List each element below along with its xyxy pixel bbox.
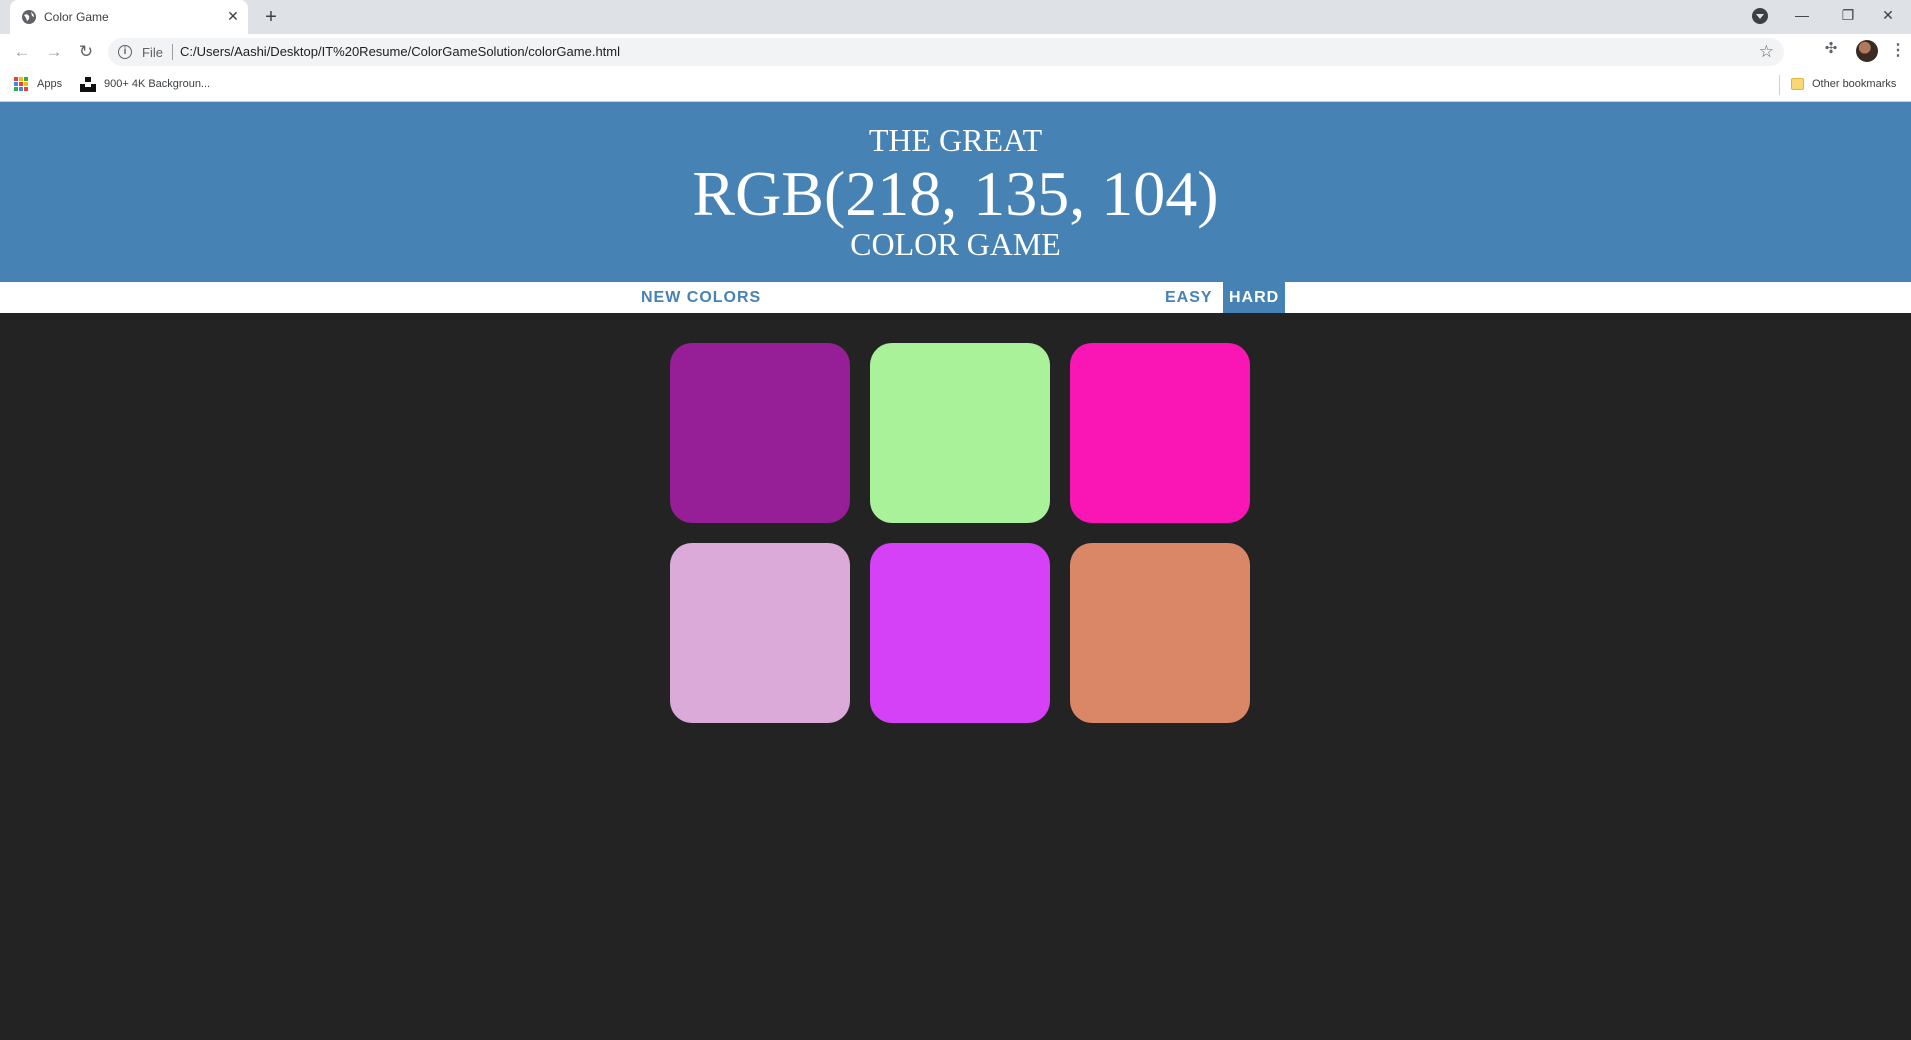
bookmark-other[interactable]: Other bookmarks	[1812, 78, 1896, 90]
bookmark-4k-backgrounds[interactable]: 900+ 4K Backgroun...	[104, 78, 210, 90]
folder-icon	[1791, 78, 1804, 90]
bookmark-apps[interactable]: Apps	[37, 78, 62, 90]
new-tab-button[interactable]: +	[260, 6, 282, 28]
url-text[interactable]: C:/Users/Aashi/Desktop/IT%20Resume/Color…	[180, 44, 620, 59]
bookmarks-divider	[1779, 75, 1780, 95]
back-button[interactable]: ←	[10, 40, 34, 64]
color-square-2[interactable]	[870, 343, 1050, 523]
close-window-button[interactable]: ✕	[1865, 0, 1911, 30]
browser-toolbar: ← → ↻ i File C:/Users/Aashi/Desktop/IT%2…	[0, 34, 1911, 69]
target-rgb-display: RGB(218, 135, 104)	[692, 158, 1219, 229]
color-square-1[interactable]	[670, 343, 850, 523]
apps-grid-icon[interactable]	[14, 77, 28, 91]
color-square-4[interactable]	[670, 543, 850, 723]
browser-tab[interactable]: Color Game ✕	[10, 0, 248, 34]
tab-title: Color Game	[44, 10, 109, 24]
new-colors-button[interactable]: NEW COLORS	[635, 282, 767, 313]
profile-avatar[interactable]	[1856, 40, 1878, 62]
forward-button[interactable]: →	[42, 40, 66, 64]
control-stripe: NEW COLORS EASY HARD	[0, 282, 1911, 313]
info-icon[interactable]: i	[118, 45, 132, 59]
color-square-5[interactable]	[870, 543, 1050, 723]
color-square-3[interactable]	[1070, 343, 1250, 523]
title-line-1: THE GREAT	[868, 122, 1043, 158]
color-square-6[interactable]	[1070, 543, 1250, 723]
scheme-label: File	[142, 45, 163, 60]
minimize-button[interactable]: —	[1779, 0, 1825, 30]
title-line-3: COLOR GAME	[850, 226, 1061, 262]
close-tab-icon[interactable]: ✕	[224, 7, 242, 25]
menu-dots-icon[interactable]: ⋮	[1890, 40, 1906, 62]
hard-mode-button[interactable]: HARD	[1223, 282, 1285, 313]
reload-button[interactable]: ↻	[74, 40, 98, 64]
bookmarks-bar: Apps 900+ 4K Backgroun... Other bookmark…	[0, 69, 1911, 102]
game-header: THE GREAT RGB(218, 135, 104) COLOR GAME	[0, 102, 1911, 282]
omnibox-divider	[172, 44, 173, 60]
address-bar[interactable]: i File C:/Users/Aashi/Desktop/IT%20Resum…	[108, 38, 1784, 66]
unsplash-icon	[80, 77, 96, 92]
bookmark-star-icon[interactable]: ☆	[1759, 42, 1774, 62]
easy-mode-button[interactable]: EASY	[1159, 282, 1219, 313]
globe-icon	[22, 10, 36, 24]
tab-search-icon[interactable]	[1752, 8, 1768, 24]
extensions-puzzle-icon[interactable]: ✣	[1822, 40, 1840, 58]
browser-tabstrip: Color Game ✕ + — ❐ ✕	[0, 0, 1911, 34]
